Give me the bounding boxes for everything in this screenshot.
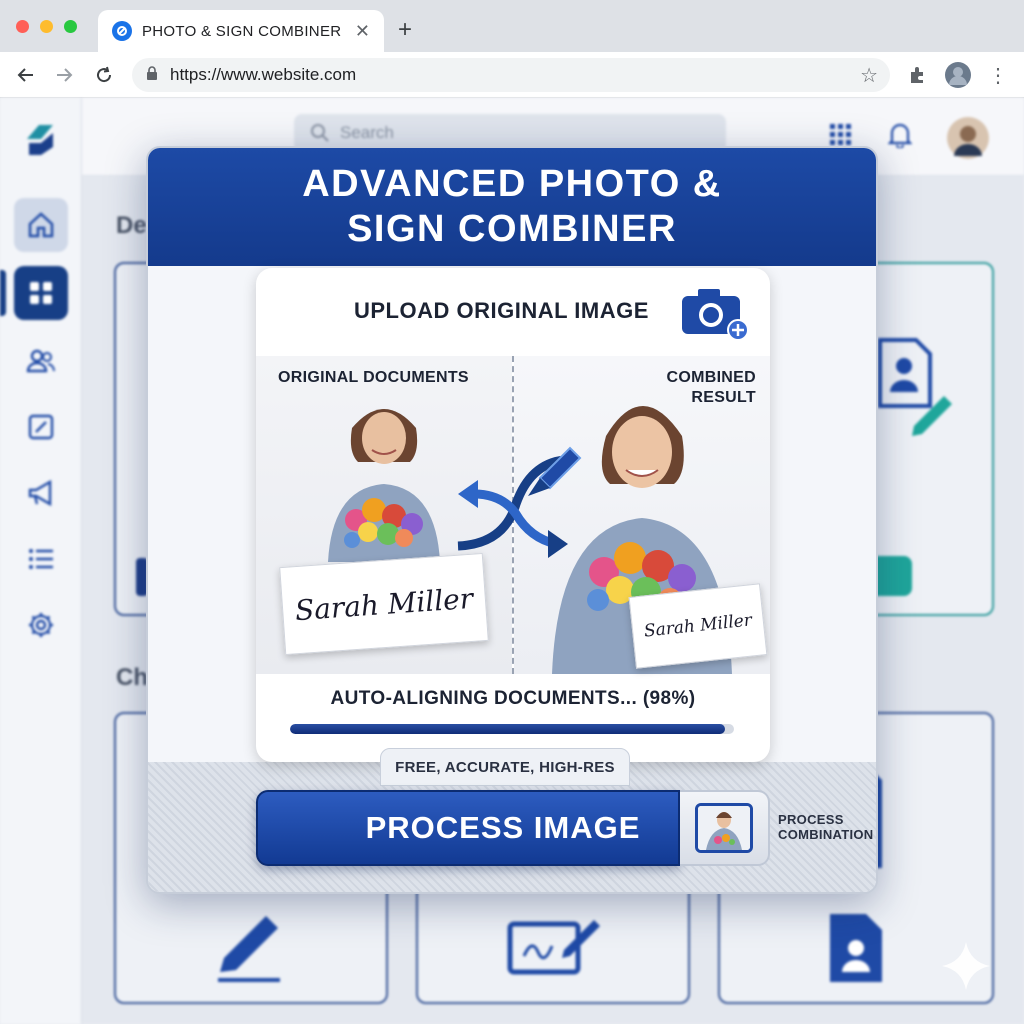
profile-avatar[interactable]: [944, 61, 972, 89]
pen-icon: [218, 916, 280, 982]
sidebar-item-settings[interactable]: [14, 598, 68, 652]
process-caption-line1: PROCESS: [778, 812, 844, 827]
document-user-icon: [830, 914, 882, 982]
section-title-top: De: [116, 212, 147, 239]
comparison-area: ORIGINAL DOCUMENTS Sarah Miller COMBINED…: [256, 356, 770, 674]
sidebar-item-home[interactable]: [14, 198, 68, 252]
bell-icon[interactable]: [887, 122, 913, 153]
sidebar-item-dashboard[interactable]: [14, 266, 68, 320]
sidebar-item-edit[interactable]: [14, 400, 68, 454]
list-icon: [29, 549, 53, 569]
process-caption-line2: COMBINATION: [778, 827, 874, 842]
document-user-icon: [878, 338, 952, 436]
camera-plus-icon[interactable]: [680, 284, 750, 340]
combined-signature-card: Sarah Miller: [628, 583, 768, 669]
progress-bar: [290, 724, 734, 734]
grid-icon: [30, 282, 52, 304]
reload-icon[interactable]: [90, 61, 118, 89]
star-icon[interactable]: ☆: [860, 63, 878, 88]
user-avatar[interactable]: [946, 116, 990, 165]
modal-header: ADVANCED PHOTO & SIGN COMBINER: [148, 148, 876, 266]
close-icon[interactable]: ✕: [355, 21, 370, 42]
home-icon: [28, 212, 54, 238]
progress-fill: [290, 724, 726, 734]
window-maximize-dot[interactable]: [64, 20, 77, 33]
menu-dots-icon[interactable]: ⋮: [984, 61, 1012, 89]
window-close-dot[interactable]: [16, 20, 29, 33]
process-caption: PROCESS COMBINATION: [778, 812, 874, 842]
combiner-modal: ADVANCED PHOTO & SIGN COMBINER UPLOAD OR…: [146, 146, 878, 894]
active-indicator: [0, 270, 6, 316]
search-placeholder: Search: [340, 123, 394, 142]
tagline-badge: FREE, ACCURATE, HIGH-RES: [380, 748, 630, 786]
browser-toolbar: https://www.website.com ☆ ⋮: [0, 52, 1024, 98]
modal-title: ADVANCED PHOTO & SIGN COMBINER: [302, 163, 722, 250]
settings-icon: [29, 613, 53, 637]
sidebar-item-announcements[interactable]: [14, 466, 68, 520]
address-bar[interactable]: https://www.website.com ☆: [132, 58, 890, 92]
extensions-icon[interactable]: [904, 61, 932, 89]
search-icon: [311, 124, 329, 142]
app-logo-icon[interactable]: [14, 112, 68, 166]
browser-tab-bar: PHOTO & SIGN COMBINER ✕ +: [0, 0, 1024, 52]
original-label: ORIGINAL DOCUMENTS: [278, 369, 469, 386]
megaphone-icon: [28, 479, 52, 507]
sparkle-icon: [942, 942, 990, 990]
upload-panel: UPLOAD ORIGINAL IMAGE ORIGINAL DOCUMENTS: [256, 268, 770, 762]
plus-icon[interactable]: +: [398, 16, 412, 44]
sidebar-item-list[interactable]: [14, 532, 68, 586]
process-thumbnail-button[interactable]: [680, 790, 770, 866]
process-image-button[interactable]: PROCESS IMAGE: [256, 790, 680, 866]
combine-arrows-icon: [457, 446, 582, 558]
favicon-icon: [112, 21, 132, 41]
edit-square-icon: [28, 414, 54, 440]
lock-icon: [146, 65, 158, 85]
progress-label: AUTO-ALIGNING DOCUMENTS... (98%): [330, 688, 696, 709]
signature-icon: [507, 920, 600, 975]
url-text: https://www.website.com: [170, 65, 357, 84]
process-image-label: PROCESS IMAGE: [365, 810, 641, 845]
forward-icon[interactable]: [50, 61, 78, 89]
users-icon: [26, 349, 56, 373]
upload-label[interactable]: UPLOAD ORIGINAL IMAGE: [354, 298, 649, 324]
back-icon[interactable]: [12, 61, 40, 89]
original-photo: [328, 409, 440, 562]
original-signature: Sarah Miller: [293, 581, 475, 627]
combined-signature: Sarah Miller: [643, 610, 753, 642]
process-thumbnail: [695, 803, 753, 853]
sidebar-item-users[interactable]: [14, 334, 68, 388]
sidebar: [0, 98, 82, 1024]
window-minimize-dot[interactable]: [40, 20, 53, 33]
tab-title: PHOTO & SIGN COMBINER: [142, 22, 342, 40]
browser-tab[interactable]: PHOTO & SIGN COMBINER ✕: [98, 10, 384, 52]
section-title-bottom: Ch: [116, 664, 148, 691]
original-signature-card: Sarah Miller: [279, 552, 489, 656]
